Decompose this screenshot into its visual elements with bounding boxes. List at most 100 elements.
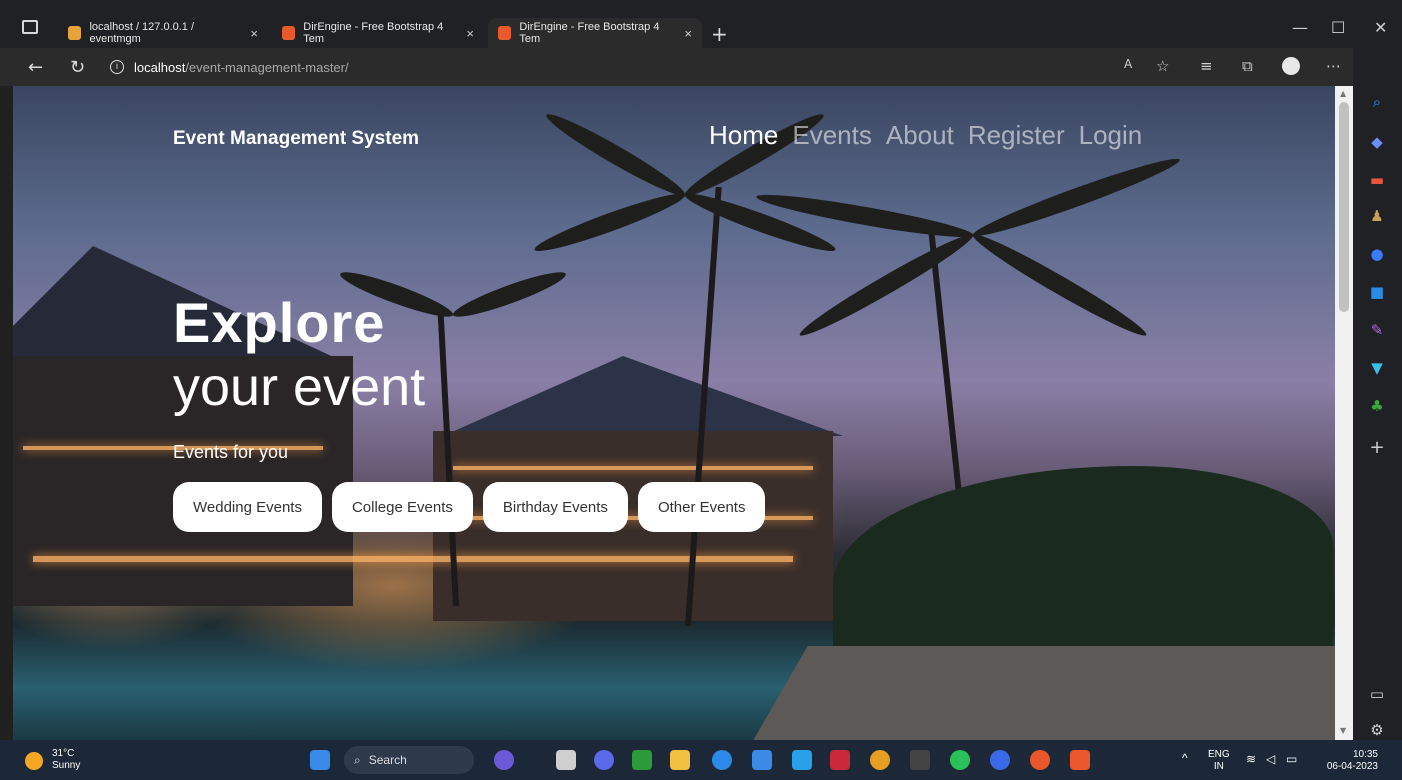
xbox-icon[interactable] — [632, 750, 652, 770]
college-events-button[interactable]: College Events — [331, 482, 473, 532]
games-icon[interactable]: ♟ — [1367, 206, 1387, 226]
edge-icon[interactable] — [712, 750, 732, 770]
url-field[interactable]: i localhost /event-management-master/ — [110, 54, 1190, 80]
weather-widget[interactable]: 31°C Sunny — [52, 748, 80, 772]
teams-icon[interactable] — [594, 750, 614, 770]
windows-taskbar: 31°C Sunny ⌕ Search ^ ENG IN ≋ ◁ ▭ 10:35… — [0, 740, 1402, 780]
xampp-icon — [498, 26, 512, 40]
scroll-down-icon[interactable]: ▼ — [1340, 726, 1346, 735]
new-tab-button[interactable]: + — [711, 22, 728, 46]
office-icon[interactable]: ● — [1367, 244, 1387, 264]
back-arrow-icon[interactable]: ← — [28, 57, 43, 78]
palm-frond — [969, 151, 1183, 244]
language-code: ENG — [1208, 749, 1230, 760]
file-explorer-icon[interactable] — [670, 750, 690, 770]
clock-time: 10:35 — [1352, 749, 1378, 760]
page-scrollbar[interactable]: ▲ ▼ — [1335, 86, 1353, 740]
tray-expand-icon[interactable]: ^ — [1182, 752, 1188, 764]
tree-icon[interactable]: ♣ — [1367, 396, 1387, 416]
tab-actions-icon[interactable] — [22, 20, 38, 34]
mcafee-icon[interactable] — [830, 750, 850, 770]
address-bar: ← ↻ i localhost /event-management-master… — [0, 48, 1402, 86]
site-nav: Home Events About Register Login — [709, 120, 1142, 151]
settings-icon[interactable]: ⚙ — [1367, 720, 1387, 740]
close-icon[interactable]: × — [684, 26, 692, 41]
add-icon[interactable]: + — [1367, 438, 1387, 458]
scroll-up-icon[interactable]: ▲ — [1340, 89, 1346, 98]
palm-frond — [449, 265, 569, 324]
xampp-taskbar-icon[interactable] — [1070, 750, 1090, 770]
palm-frond — [968, 227, 1151, 343]
tab-direngine-2[interactable]: DirEngine - Free Bootstrap 4 Tem × — [488, 18, 702, 48]
profile-avatar-icon[interactable] — [1282, 57, 1300, 75]
tab-title: DirEngine - Free Bootstrap 4 Tem — [519, 21, 660, 45]
tab-phpmyadmin[interactable]: localhost / 127.0.0.1 / eventmgm × — [58, 18, 268, 48]
browser-tab-strip: localhost / 127.0.0.1 / eventmgm × DirEn… — [0, 0, 1402, 48]
close-icon[interactable]: × — [466, 26, 474, 41]
drop-icon[interactable]: ▼ — [1367, 358, 1387, 378]
minimize-button[interactable]: — — [1292, 18, 1308, 37]
xampp-icon — [282, 26, 296, 40]
favorites-list-icon[interactable]: ≡ — [1200, 57, 1213, 75]
powerpoint-icon[interactable] — [1030, 750, 1050, 770]
whatsapp-icon[interactable] — [950, 750, 970, 770]
nav-login[interactable]: Login — [1079, 120, 1143, 151]
hero-title: Explore — [173, 291, 386, 354]
close-window-button[interactable]: ✕ — [1374, 18, 1387, 37]
more-options-icon[interactable]: ⋯ — [1326, 57, 1341, 75]
read-aloud-icon[interactable]: A — [1124, 57, 1132, 71]
battery-icon[interactable]: ▭ — [1286, 753, 1297, 765]
sidebar-toggle-icon[interactable]: ▭ — [1367, 684, 1387, 704]
terminal-icon[interactable] — [910, 750, 930, 770]
task-view-icon[interactable] — [556, 750, 576, 770]
other-events-button[interactable]: Other Events — [637, 482, 766, 532]
start-icon[interactable] — [310, 750, 330, 770]
clock[interactable]: 10:35 06-04-2023 — [1318, 749, 1378, 773]
weather-condition: Sunny — [52, 760, 81, 771]
app-circle-icon[interactable] — [990, 750, 1010, 770]
url-host: localhost — [134, 59, 186, 75]
pool-deck — [738, 646, 1335, 740]
site-brand[interactable]: Event Management System — [173, 128, 419, 150]
tag-icon[interactable]: ◆ — [1367, 132, 1387, 152]
refresh-icon[interactable]: ↻ — [70, 57, 85, 78]
tab-direngine-1[interactable]: DirEngine - Free Bootstrap 4 Tem × — [272, 18, 484, 48]
search-icon: ⌕ — [354, 752, 361, 767]
hero-subtitle: Events for you — [173, 442, 289, 462]
roof-shape — [443, 356, 843, 436]
close-icon[interactable]: × — [250, 26, 258, 41]
region-code: IN — [1213, 761, 1224, 772]
store-icon[interactable] — [752, 750, 772, 770]
hero-title-2: your event — [173, 357, 426, 417]
light-strip — [33, 556, 793, 562]
designer-icon[interactable]: ✎ — [1367, 320, 1387, 340]
taskbar-search[interactable]: ⌕ Search — [344, 746, 474, 774]
scroll-thumb[interactable] — [1339, 102, 1349, 312]
search-label: Search — [368, 753, 407, 767]
volume-icon[interactable]: ◁ — [1266, 753, 1275, 765]
nav-home[interactable]: Home — [709, 120, 778, 151]
palm-frond — [531, 186, 689, 259]
tools-icon[interactable]: ▬ — [1367, 170, 1387, 190]
nav-register[interactable]: Register — [968, 120, 1065, 151]
phpmyadmin-icon — [68, 26, 82, 40]
maximize-button[interactable]: ☐ — [1331, 18, 1345, 37]
language-indicator[interactable]: ENG IN — [1208, 749, 1230, 773]
tab-title: DirEngine - Free Bootstrap 4 Tem — [303, 21, 444, 45]
wedding-events-button[interactable]: Wedding Events — [173, 482, 322, 532]
info-icon[interactable]: i — [110, 60, 124, 74]
tab-title: localhost / 127.0.0.1 / eventmgm — [89, 21, 195, 45]
nav-events[interactable]: Events — [792, 120, 872, 151]
favorite-icon[interactable]: ☆ — [1156, 57, 1169, 75]
chrome-icon[interactable] — [870, 750, 890, 770]
widgets-icon[interactable] — [494, 750, 514, 770]
category-buttons: Wedding Events College Events Birthday E… — [173, 482, 766, 532]
search-icon[interactable]: ⌕ — [1367, 92, 1387, 112]
sun-icon[interactable] — [25, 752, 43, 770]
nav-about[interactable]: About — [886, 120, 954, 151]
app-l-icon[interactable] — [792, 750, 812, 770]
outlook-icon[interactable]: ■ — [1367, 282, 1387, 302]
wifi-icon[interactable]: ≋ — [1246, 753, 1256, 765]
birthday-events-button[interactable]: Birthday Events — [482, 482, 628, 532]
collections-icon[interactable]: ⧉ — [1242, 57, 1253, 75]
